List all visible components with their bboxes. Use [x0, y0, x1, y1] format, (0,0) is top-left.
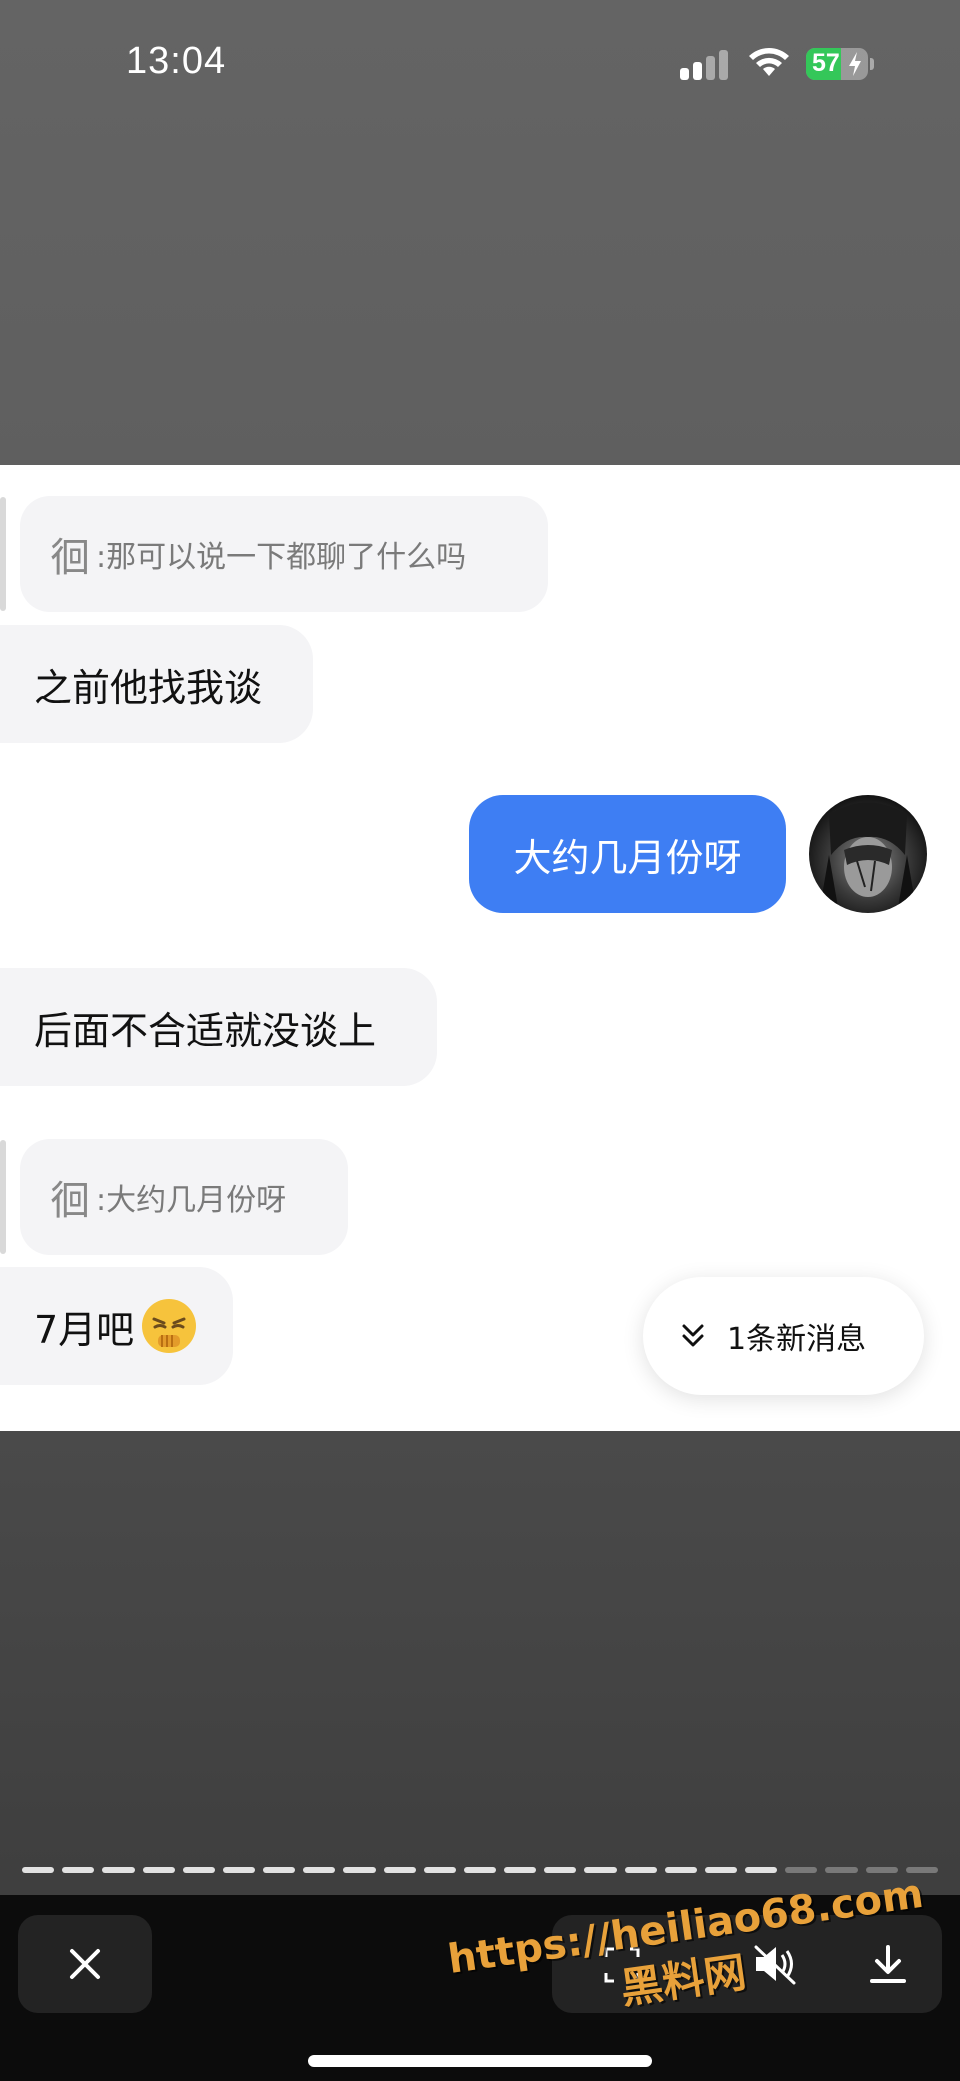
- avatar[interactable]: [809, 795, 927, 913]
- outgoing-message[interactable]: 大约几月份呀: [469, 795, 786, 913]
- wifi-icon: [749, 48, 789, 76]
- message-text: 后面不合适就没谈上: [34, 1008, 377, 1053]
- thinking-emoji: [142, 1299, 197, 1353]
- progress-segment: [22, 1867, 55, 1873]
- progress-segment: [263, 1867, 296, 1873]
- incoming-message[interactable]: 后面不合适就没谈上: [0, 968, 437, 1086]
- progress-segment: [463, 1867, 497, 1873]
- avatar-portrait-image: [819, 802, 917, 913]
- progress-segment: [865, 1867, 898, 1873]
- quote-text: :大约几月份呀: [96, 1183, 287, 1218]
- progress-segment: [504, 1867, 537, 1873]
- quoted-message[interactable]: 徊 :大约几月份呀: [20, 1139, 348, 1255]
- status-time: 13:04: [126, 40, 227, 82]
- new-messages-button[interactable]: 1条新消息: [643, 1277, 924, 1395]
- close-icon: [70, 1949, 100, 1979]
- quote-text: :那可以说一下都聊了什么吗: [96, 540, 467, 575]
- battery-charging-icon: 57: [806, 48, 868, 80]
- progress-segment: [102, 1867, 135, 1873]
- double-chevron-down-icon: [682, 1324, 704, 1347]
- progress-segment: [664, 1867, 697, 1873]
- chat-screenshot: 徊 :那可以说一下都聊了什么吗 之前他找我谈 大约几月份呀 后面不合适就没谈上 …: [0, 465, 960, 1431]
- quote-sender-name: 徊: [50, 535, 90, 581]
- message-text: 之前他找我谈: [34, 665, 263, 710]
- progress-segment: [704, 1867, 738, 1873]
- message-text: 大约几月份呀: [513, 835, 742, 880]
- close-button[interactable]: [18, 1915, 152, 2013]
- progress-segment: [624, 1867, 657, 1873]
- quote-bar: [0, 497, 6, 611]
- battery-level: 57: [812, 49, 840, 77]
- message-text: 7月吧: [34, 1307, 135, 1352]
- incoming-message[interactable]: 7月吧: [0, 1267, 233, 1385]
- story-progress: [22, 1867, 938, 1873]
- quote-sender-name: 徊: [50, 1178, 90, 1224]
- progress-segment: [423, 1867, 456, 1873]
- progress-segment: [544, 1867, 577, 1873]
- battery-cap: [870, 58, 874, 70]
- new-messages-label: 1条新消息: [727, 1322, 867, 1357]
- cellular-signal-icon: [680, 50, 730, 80]
- charging-bolt-icon: [849, 52, 861, 76]
- progress-segment: [785, 1867, 818, 1873]
- incoming-message[interactable]: 之前他找我谈: [0, 625, 313, 743]
- progress-segment: [222, 1867, 256, 1873]
- home-indicator: [308, 2055, 652, 2067]
- progress-segment: [745, 1867, 778, 1873]
- quote-bar: [0, 1140, 6, 1254]
- progress-segment: [584, 1867, 617, 1873]
- progress-segment: [343, 1867, 376, 1873]
- quoted-message[interactable]: 徊 :那可以说一下都聊了什么吗: [20, 496, 548, 612]
- progress-segment: [825, 1867, 858, 1873]
- progress-segment: [142, 1867, 175, 1873]
- progress-segment: [62, 1867, 95, 1873]
- progress-segment: [303, 1867, 336, 1873]
- progress-segment: [383, 1867, 416, 1873]
- progress-segment: [182, 1867, 215, 1873]
